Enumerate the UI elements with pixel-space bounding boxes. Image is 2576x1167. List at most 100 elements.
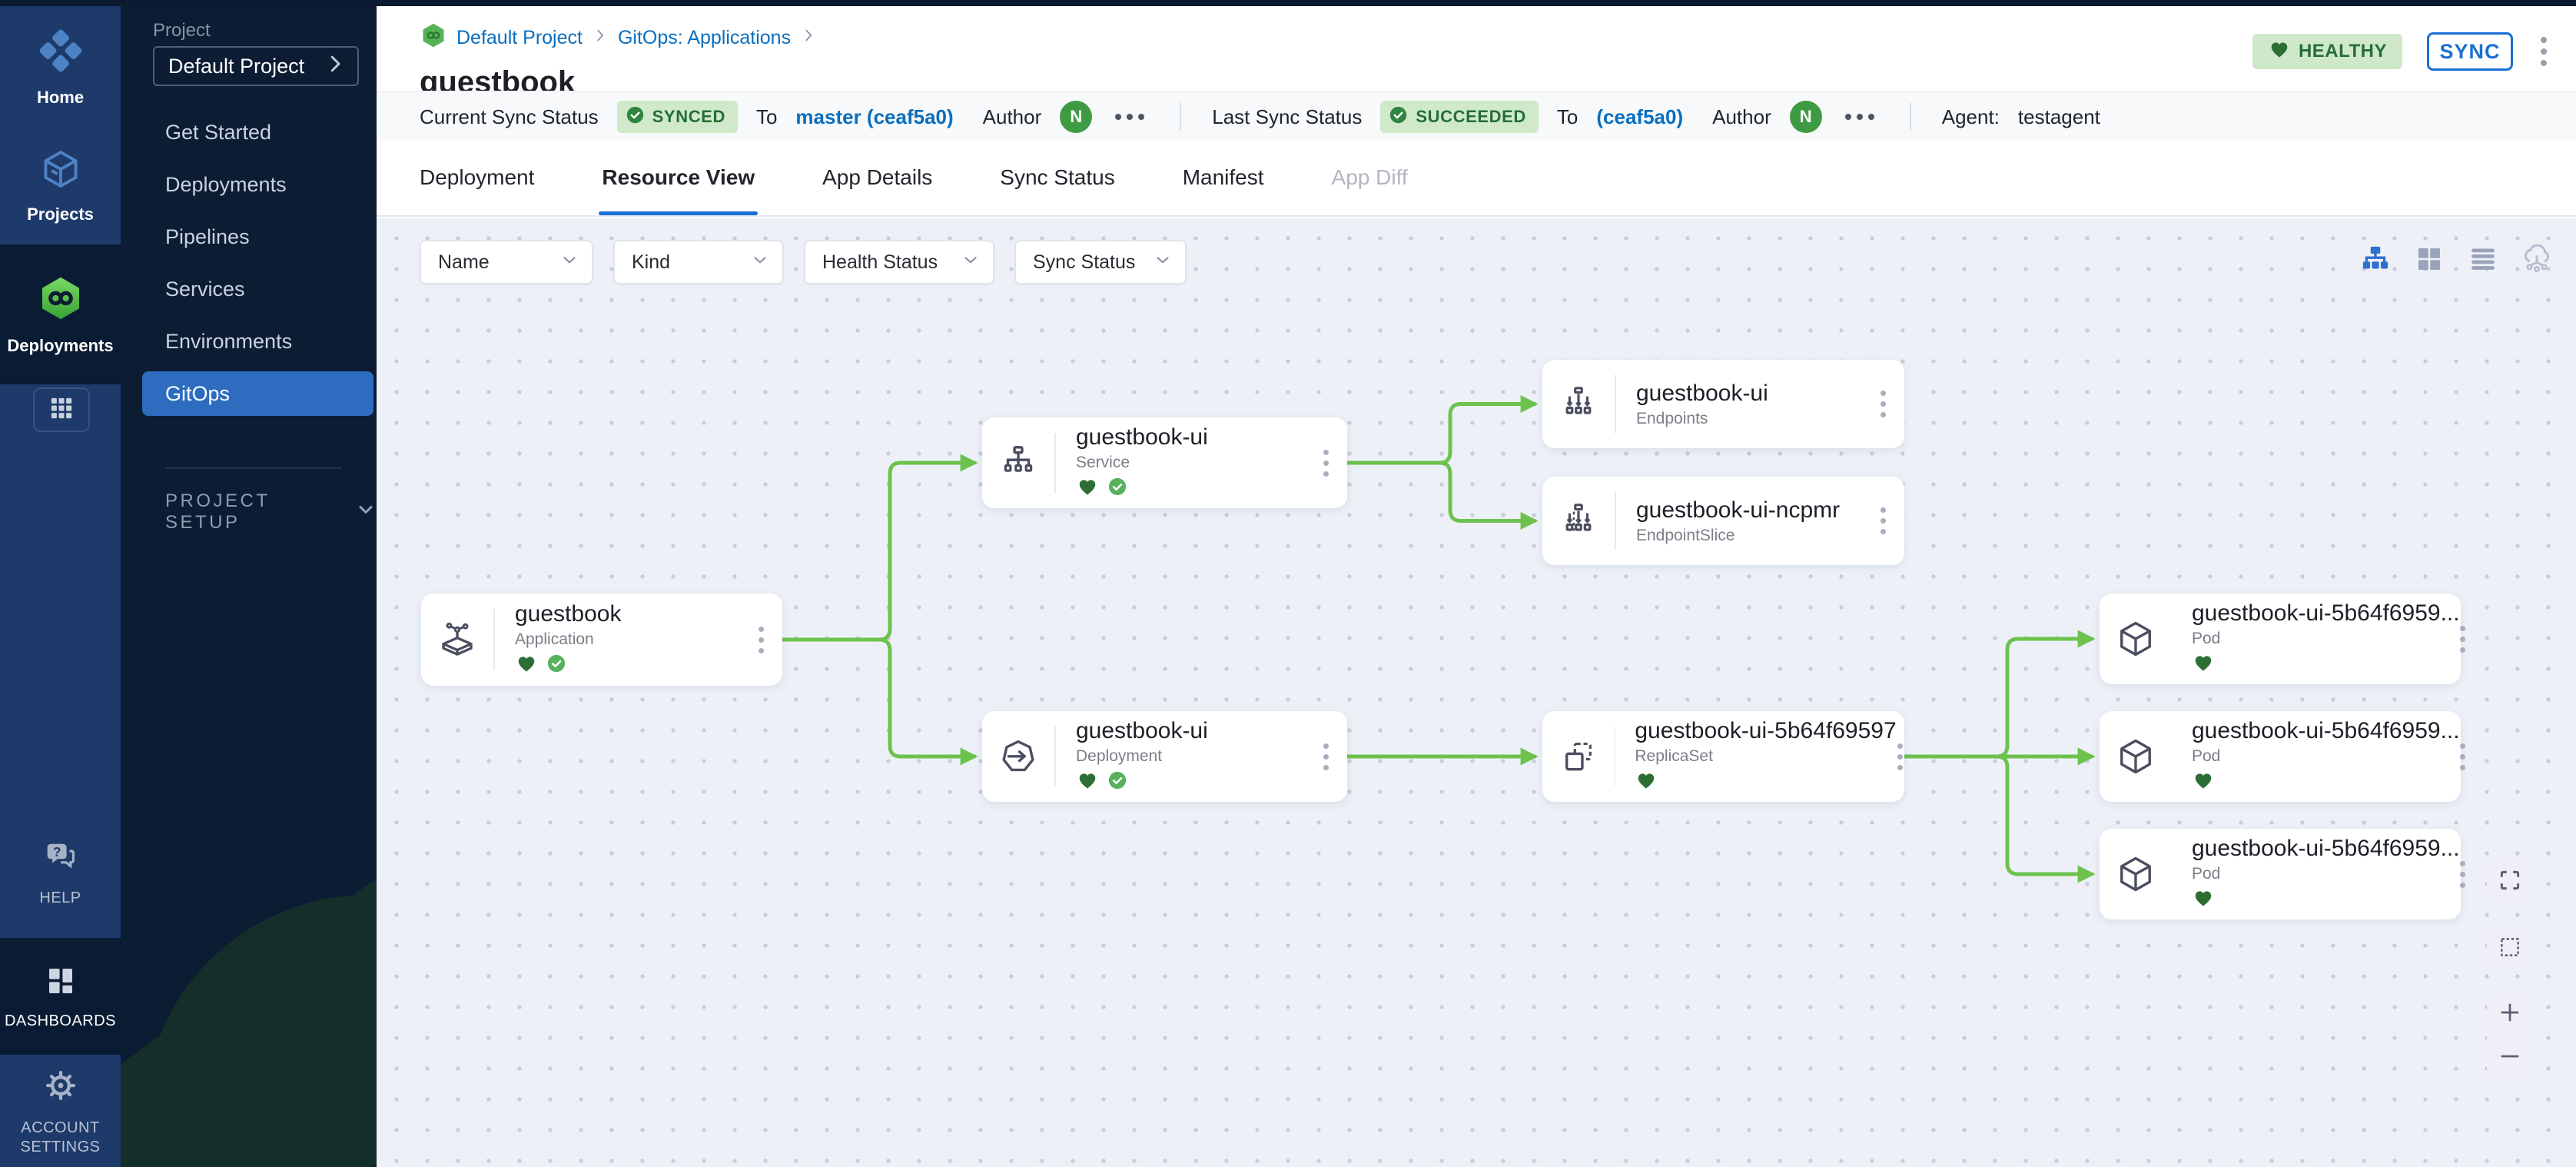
rail-item-dashboards[interactable]: DASHBOARDS	[0, 938, 121, 1055]
gear-icon	[41, 1066, 81, 1109]
tab-app-diff[interactable]: App Diff	[1332, 140, 1408, 215]
chevron-down-icon	[1153, 250, 1173, 275]
tab-app-details[interactable]: App Details	[822, 140, 932, 215]
sidebar-item-get-started[interactable]: Get Started	[121, 106, 377, 158]
node-menu-kebab[interactable]	[2460, 829, 2465, 919]
rail-item-projects[interactable]: Projects	[0, 137, 121, 234]
author-avatar: N	[1060, 101, 1092, 133]
cloud-view-icon	[2519, 241, 2554, 281]
tab-deployment[interactable]: Deployment	[420, 140, 534, 215]
commit-details-ellipsis[interactable]	[1110, 109, 1149, 125]
health-status-badge: HEALTHY	[2252, 34, 2402, 69]
node-menu-kebab[interactable]	[1304, 417, 1347, 508]
fullscreen-button[interactable]	[2487, 860, 2533, 903]
node-title: guestbook-ui-5b64f6959...	[2192, 718, 2460, 744]
zoom-out-button[interactable]	[2487, 1036, 2533, 1080]
project-selector[interactable]: Default Project	[153, 46, 359, 86]
project-label: Project	[153, 20, 211, 42]
help-chat-icon: ?	[41, 836, 81, 880]
resource-node-app[interactable]: guestbookApplication	[421, 593, 782, 686]
marquee-select-button[interactable]	[2487, 927, 2533, 970]
gitops-logo-icon	[420, 22, 447, 55]
project-setup-section[interactable]: PROJECT SETUP	[165, 490, 377, 534]
sidebar-item-gitops[interactable]: GitOps	[142, 371, 373, 416]
app-tabs: Deployment Resource View App Details Sync S…	[377, 140, 2576, 217]
node-menu-kebab[interactable]	[1861, 477, 1904, 565]
tab-sync-status[interactable]: Sync Status	[1000, 140, 1114, 215]
node-status-icons	[515, 652, 739, 679]
tree-view-toggle[interactable]	[2358, 243, 2393, 278]
breadcrumb-link-project[interactable]: Default Project	[456, 27, 583, 49]
view-toggle-group	[2358, 243, 2554, 278]
chevron-down-icon	[750, 250, 770, 275]
sidebar-divider	[165, 467, 342, 469]
filter-name[interactable]: Name	[420, 240, 593, 284]
node-title: guestbook-ui-ncpmr	[1636, 497, 1861, 524]
pod-icon	[2100, 829, 2172, 919]
node-menu-kebab[interactable]	[1861, 360, 1904, 448]
sidebar-item-environments[interactable]: Environments	[121, 315, 377, 367]
module-rail: Home Projects Deployments ? HELP DASHBOA…	[0, 0, 121, 1167]
pod-icon	[2100, 711, 2172, 802]
resource-node-endpoints[interactable]: guestbook-uiEndpoints	[1542, 360, 1904, 448]
healthy-heart-icon	[515, 652, 538, 679]
list-view-icon	[2467, 243, 2499, 279]
resource-node-service[interactable]: guestbook-uiService	[982, 417, 1347, 508]
node-menu-kebab[interactable]	[2460, 711, 2465, 802]
endpointslice-icon	[1542, 477, 1615, 565]
node-menu-kebab[interactable]	[739, 593, 782, 686]
rail-item-deployments[interactable]: Deployments	[0, 244, 121, 384]
app-menu-kebab[interactable]	[2538, 34, 2550, 69]
node-kind: Pod	[2192, 747, 2460, 766]
rail-item-label: DASHBOARDS	[5, 1012, 116, 1030]
resource-node-pod2[interactable]: guestbook-ui-5b64f6959... Pod	[2100, 711, 2461, 802]
healthy-heart-icon	[2192, 886, 2215, 913]
agent-label: Agent:	[1942, 105, 2000, 129]
minus-icon	[2496, 1042, 2524, 1074]
node-status-icons	[2192, 886, 2460, 913]
healthy-heart-icon	[1076, 475, 1099, 502]
last-target-revision-link[interactable]: (ceaf5a0)	[1596, 105, 1683, 129]
rail-item-label: ACCOUNT SETTINGS	[11, 1119, 111, 1157]
filter-health-status[interactable]: Health Status	[804, 240, 994, 284]
list-view-toggle[interactable]	[2465, 243, 2501, 278]
rail-item-help[interactable]: ? HELP	[0, 809, 121, 935]
node-kind: ReplicaSet	[1635, 747, 1896, 766]
resource-node-pod1[interactable]: guestbook-ui-5b64f6959...Pod	[2100, 593, 2461, 684]
node-kind: Service	[1076, 454, 1304, 472]
rail-item-home[interactable]: Home	[0, 18, 121, 115]
resource-node-endpointslice[interactable]: guestbook-ui-ncpmrEndpointSlice	[1542, 477, 1904, 565]
node-menu-kebab[interactable]	[1897, 711, 1904, 802]
author-avatar: N	[1790, 101, 1822, 133]
grid-view-toggle[interactable]	[2412, 243, 2447, 278]
resource-node-pod3[interactable]: guestbook-ui-5b64f6959...Pod	[2100, 829, 2461, 919]
sync-button[interactable]: SYNC	[2427, 32, 2513, 71]
check-circle-icon	[625, 105, 646, 130]
breadcrumb-link-applications[interactable]: GitOps: Applications	[618, 27, 791, 49]
filter-sync-status[interactable]: Sync Status	[1014, 240, 1187, 284]
cloud-view-toggle[interactable]	[2519, 243, 2554, 278]
tab-resource-view[interactable]: Resource View	[602, 140, 755, 215]
sidebar-item-pipelines[interactable]: Pipelines	[121, 211, 377, 263]
tab-manifest[interactable]: Manifest	[1183, 140, 1264, 215]
sidebar-item-services[interactable]: Services	[121, 263, 377, 315]
zoom-in-button[interactable]	[2487, 992, 2533, 1036]
resource-graph-canvas[interactable]	[377, 218, 2576, 1167]
node-status-icons	[1076, 475, 1304, 502]
pod-icon	[2100, 593, 2172, 684]
node-title: guestbook-ui	[1076, 718, 1304, 744]
healthy-heart-icon	[1635, 769, 1658, 796]
resource-node-replicaset[interactable]: guestbook-ui-5b64f69597ReplicaSet	[1542, 711, 1904, 802]
filter-kind[interactable]: Kind	[613, 240, 784, 284]
svg-text:?: ?	[52, 844, 61, 859]
node-menu-kebab[interactable]	[1304, 711, 1347, 802]
module-picker-button[interactable]	[33, 387, 90, 432]
current-target-revision-link[interactable]: master (ceaf5a0)	[795, 105, 953, 129]
replicaset-icon	[1542, 711, 1615, 802]
sidebar-item-deployments[interactable]: Deployments	[121, 158, 377, 211]
rail-item-account-settings[interactable]: ACCOUNT SETTINGS	[0, 1055, 121, 1167]
commit-details-ellipsis[interactable]	[1841, 109, 1879, 125]
projects-cube-icon	[38, 147, 83, 195]
resource-node-deployment[interactable]: guestbook-uiDeployment	[982, 711, 1347, 802]
node-menu-kebab[interactable]	[2460, 593, 2465, 684]
